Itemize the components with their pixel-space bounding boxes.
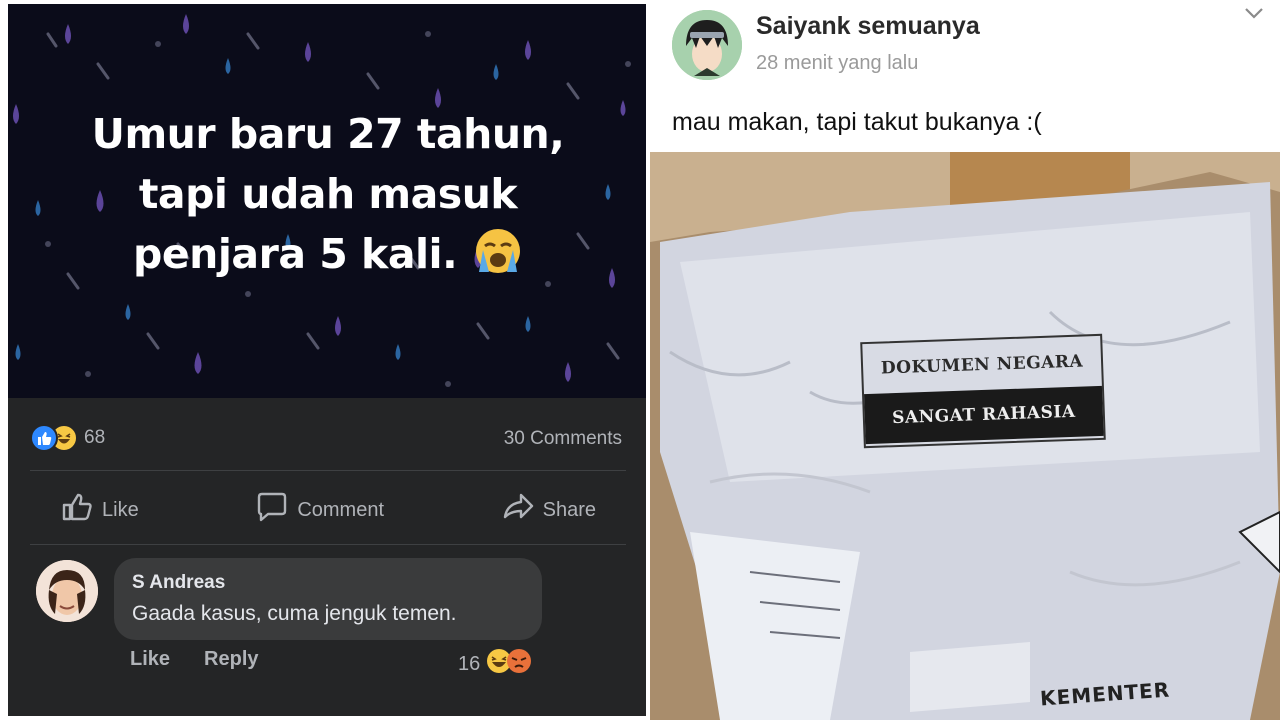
share-label: Share (542, 498, 596, 521)
document-label-bottom: SANGAT RAHASIA (864, 385, 1104, 445)
angry-reaction-icon (506, 648, 532, 680)
comment-item: S Andreas Gaada kasus, cuma jenguk temen… (30, 556, 630, 706)
chevron-down-icon[interactable] (1242, 4, 1266, 27)
comment-bubble: S Andreas Gaada kasus, cuma jenguk temen… (114, 558, 542, 640)
comments-count-link[interactable]: 30 Comments (504, 428, 622, 450)
post-timestamp: 28 menit yang lalu (756, 52, 919, 74)
left-screenshot: Umur baru 27 tahun, tapi udah masuk penj… (0, 0, 650, 720)
story-card[interactable]: Umur baru 27 tahun, tapi udah masuk penj… (8, 4, 646, 398)
divider (30, 544, 626, 545)
comment-reply-link[interactable]: Reply (204, 648, 258, 671)
commenter-avatar[interactable] (36, 560, 98, 622)
divider (30, 470, 626, 471)
comment-label: Comment (297, 498, 385, 521)
comment-actions: Like Reply (130, 648, 259, 671)
comment-bubble-icon (255, 491, 289, 529)
reaction-count: 68 (84, 427, 106, 448)
like-button[interactable]: Like (30, 491, 169, 529)
comment-reaction-summary[interactable]: 16 (458, 648, 532, 680)
comment-like-link[interactable]: Like (130, 648, 170, 671)
post-author-name[interactable]: Saiyank semuanya (756, 12, 980, 41)
thumbs-up-icon (60, 491, 94, 529)
like-reaction-icon (30, 424, 58, 452)
post-author-avatar[interactable] (672, 10, 742, 80)
post-text: mau makan, tapi takut bukanya :( (672, 108, 1042, 136)
comment-button[interactable]: Comment (225, 491, 414, 529)
like-label: Like (102, 498, 139, 521)
document-label-top: DOKUMEN NEGARA (880, 351, 1084, 379)
story-text: Umur baru 27 tahun, tapi udah masuk penj… (48, 104, 608, 292)
commenter-name[interactable]: S Andreas (132, 572, 225, 594)
share-button[interactable]: Share (471, 491, 626, 529)
reaction-summary[interactable]: 68 (30, 418, 105, 458)
comment-reaction-count: 16 (458, 652, 481, 675)
facebook-post-dark: Umur baru 27 tahun, tapi udah masuk penj… (8, 4, 646, 716)
comment-text: Gaada kasus, cuma jenguk temen. (132, 602, 457, 625)
crying-face-icon (473, 226, 523, 292)
post-photo[interactable]: DOKUMEN NEGARA SANGAT RAHASIA KEMENTER (650, 152, 1280, 720)
post-action-bar: Like Comment Share (30, 484, 626, 536)
document-label: DOKUMEN NEGARA SANGAT RAHASIA (860, 333, 1106, 449)
right-screenshot: Saiyank semuanya 28 menit yang lalu mau … (650, 0, 1280, 720)
share-arrow-icon (501, 491, 535, 529)
